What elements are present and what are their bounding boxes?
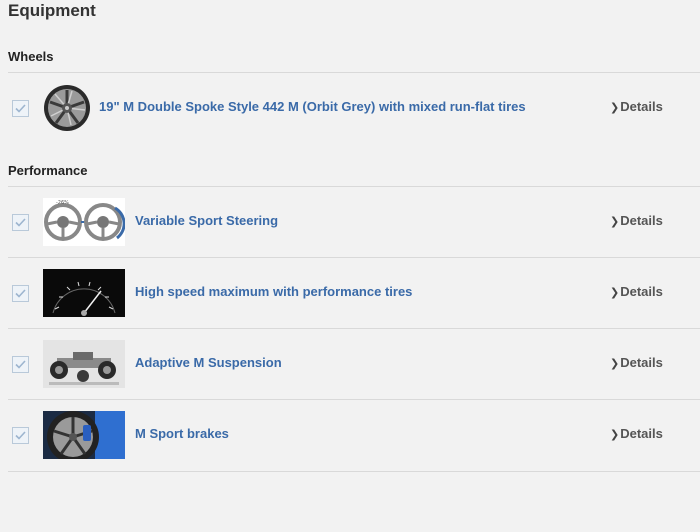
brake-icon: [43, 411, 125, 459]
equipment-label[interactable]: 19" M Double Spoke Style 442 M (Orbit Gr…: [99, 99, 526, 114]
details-link[interactable]: ❯Details: [610, 99, 663, 114]
checkbox[interactable]: [12, 356, 29, 373]
equipment-row-brakes[interactable]: M Sport brakes ❯Details: [8, 400, 700, 470]
chevron-right-icon: ❯: [610, 287, 620, 299]
section-title-wheels: Wheels: [8, 49, 54, 64]
equipment-label[interactable]: High speed maximum with performance tire…: [135, 284, 412, 299]
checkbox[interactable]: [12, 285, 29, 302]
equipment-label[interactable]: Adaptive M Suspension: [135, 355, 282, 370]
details-link[interactable]: ❯Details: [610, 426, 663, 441]
details-link[interactable]: ❯Details: [610, 284, 663, 299]
wheel-icon: [43, 84, 91, 132]
svg-text:-26%: -26%: [56, 200, 69, 206]
steering-wheel-icon: -26%: [43, 198, 125, 246]
equipment-label[interactable]: M Sport brakes: [135, 426, 229, 441]
checkbox[interactable]: [12, 427, 29, 444]
check-icon: [15, 289, 26, 298]
check-icon: [15, 431, 26, 440]
chevron-right-icon: ❯: [610, 429, 620, 441]
speedometer-icon: [43, 269, 125, 317]
check-icon: [15, 104, 26, 113]
equipment-row-speed[interactable]: High speed maximum with performance tire…: [8, 258, 700, 328]
equipment-row-steering[interactable]: -26% Variable Sport Steering ❯Details: [8, 187, 700, 257]
chevron-right-icon: ❯: [610, 358, 620, 370]
checkbox[interactable]: [12, 214, 29, 231]
equipment-label[interactable]: Variable Sport Steering: [135, 213, 278, 228]
check-icon: [15, 360, 26, 369]
page-title: Equipment: [8, 1, 96, 20]
details-link[interactable]: ❯Details: [610, 355, 663, 370]
chevron-right-icon: ❯: [610, 102, 620, 114]
checkbox[interactable]: [12, 100, 29, 117]
section-title-performance: Performance: [8, 163, 88, 178]
chevron-right-icon: ❯: [610, 216, 620, 228]
equipment-row-wheel[interactable]: 19" M Double Spoke Style 442 M (Orbit Gr…: [8, 73, 700, 143]
equipment-row-suspension[interactable]: Adaptive M Suspension ❯Details: [8, 329, 700, 399]
suspension-icon: [43, 340, 125, 388]
divider: [8, 471, 700, 472]
check-icon: [15, 218, 26, 227]
details-link[interactable]: ❯Details: [610, 213, 663, 228]
